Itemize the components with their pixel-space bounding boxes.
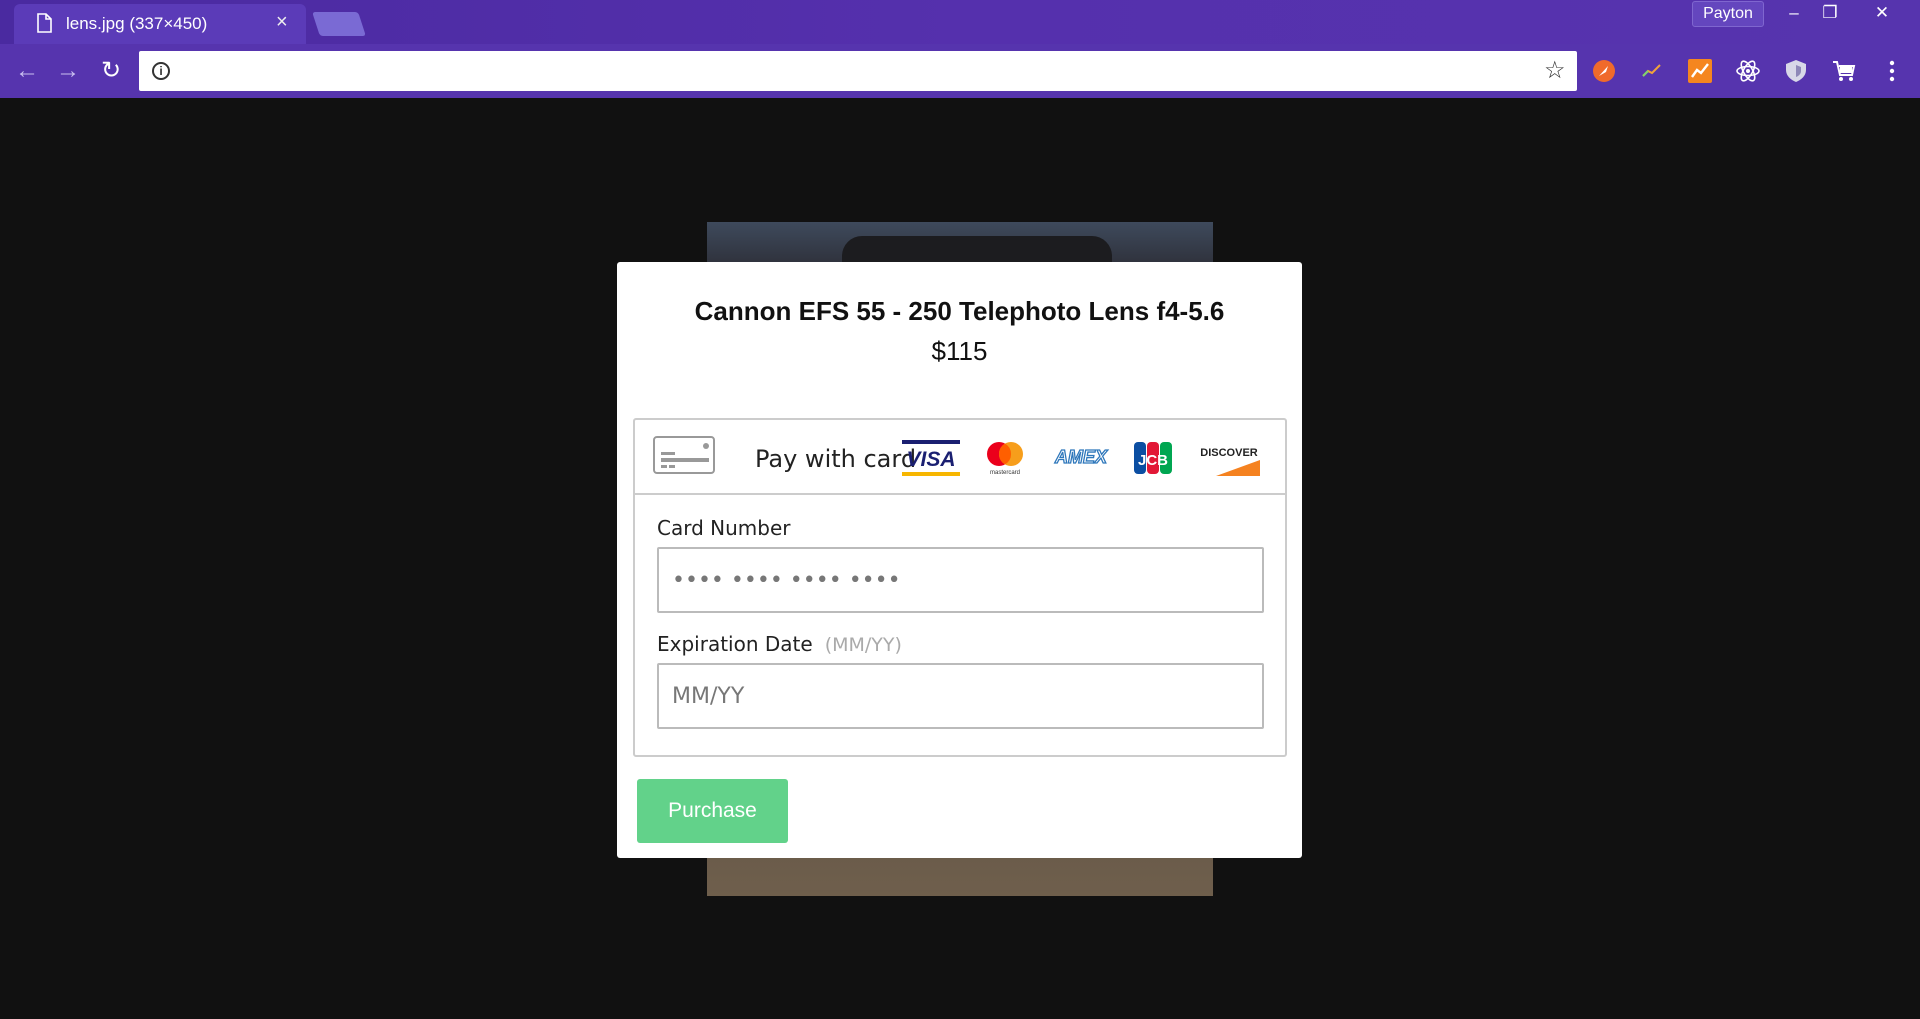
back-icon[interactable]: ← [14,58,40,84]
product-title: Cannon EFS 55 - 250 Telephoto Lens f4-5.… [694,296,1225,326]
browser-titlebar: lens.jpg (337×450) × Payton – ❐ ✕ [0,0,1920,44]
forward-icon[interactable]: → [55,58,81,84]
expiration-date-label: Expiration Date (MM/YY) [657,632,902,656]
url-input[interactable] [183,56,1523,86]
rocket-extension-icon[interactable] [1591,58,1617,84]
cart-extension-icon[interactable] [1831,58,1857,84]
svg-text:VISA: VISA [906,448,955,471]
svg-text:AMEX: AMEX [1054,447,1108,467]
sparkline-extension-icon[interactable] [1639,58,1665,84]
card-number-label: Card Number [657,516,791,540]
close-window-icon[interactable]: ✕ [1864,0,1900,28]
checkout-modal: Cannon EFS 55 - 250 Telephoto Lens f4-5.… [617,262,1302,858]
menu-dots-icon[interactable] [1879,58,1905,84]
tab-close-icon[interactable]: × [276,11,288,34]
new-tab-button[interactable] [312,12,366,36]
pay-with-card-label: Pay with card [755,445,917,473]
chart-extension-icon[interactable] [1687,58,1713,84]
card-header: Pay with card VISA mastercard AMEX JCB D… [635,420,1285,495]
credit-card-icon [653,436,715,474]
react-devtools-icon[interactable] [1735,58,1761,84]
discover-logo-icon: DISCOVER [1200,447,1260,476]
card-payment-form: Pay with card VISA mastercard AMEX JCB D… [633,418,1287,757]
mastercard-logo-icon: mastercard [987,442,1023,476]
tab-title: lens.jpg (337×450) [66,14,208,33]
card-number-input[interactable] [657,547,1264,613]
visa-logo-icon: VISA [902,440,960,476]
profile-button[interactable]: Payton [1692,1,1764,27]
amex-logo-icon: AMEX [1053,446,1108,467]
jcb-logo-icon: JCB [1134,442,1172,474]
shield-extension-icon[interactable] [1783,58,1809,84]
expiration-date-input[interactable] [657,663,1264,729]
svg-text:DISCOVER: DISCOVER [1200,447,1258,459]
address-bar[interactable]: i ☆ [139,51,1577,91]
document-icon [37,13,52,33]
product-price: $115 [931,336,988,366]
purchase-button[interactable]: Purchase [637,779,788,843]
bookmark-star-icon[interactable]: ☆ [1544,56,1566,85]
browser-tab[interactable]: lens.jpg (337×450) × [14,4,306,44]
expiration-hint: (MM/YY) [824,634,902,656]
info-icon[interactable]: i [152,62,170,80]
svg-text:JCB: JCB [1138,452,1168,469]
reload-icon[interactable]: ↻ [98,58,124,84]
svg-text:mastercard: mastercard [990,470,1020,476]
minimize-icon[interactable]: – [1776,0,1812,28]
restore-icon[interactable]: ❐ [1812,0,1848,28]
browser-toolbar: ← → ↻ i ☆ [0,44,1920,98]
